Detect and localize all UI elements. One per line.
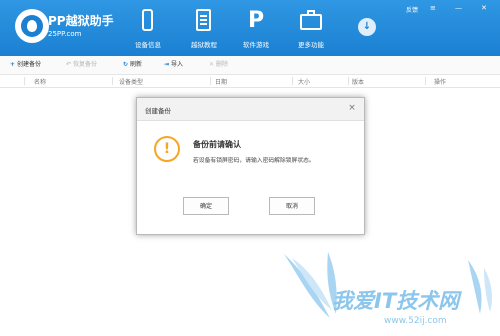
- modal-overlay: 创建备份 × ! 备份前请确认 若设备有锁屏密码，请输入密码解除锁屏状态。 确定…: [0, 0, 500, 334]
- warning-icon: !: [154, 136, 180, 162]
- dialog-heading: 备份前请确认: [193, 140, 241, 149]
- create-backup-dialog: 创建备份 × ! 备份前请确认 若设备有锁屏密码，请输入密码解除锁屏状态。 确定…: [136, 97, 365, 235]
- cancel-button[interactable]: 取消: [269, 197, 315, 215]
- dialog-title: 创建备份: [145, 107, 171, 115]
- dialog-message: 若设备有锁屏密码，请输入密码解除锁屏状态。: [193, 158, 315, 164]
- confirm-button[interactable]: 确定: [183, 197, 229, 215]
- dialog-titlebar: 创建备份 ×: [137, 98, 364, 121]
- dialog-close-icon[interactable]: ×: [346, 102, 358, 114]
